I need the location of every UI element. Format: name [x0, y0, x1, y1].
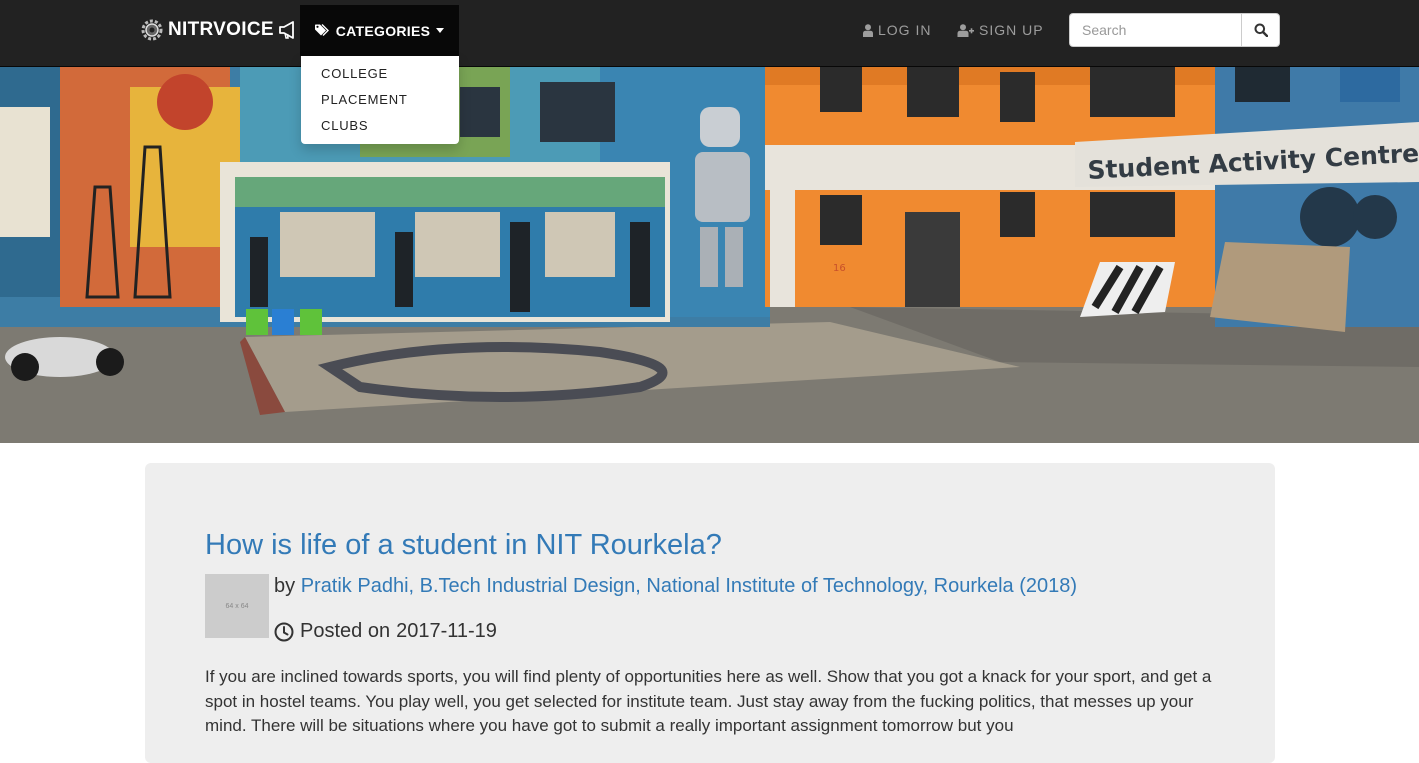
hero-banner-image: Student Activity Centre 16	[0, 67, 1419, 443]
category-clubs[interactable]: CLUBS	[301, 117, 459, 143]
user-icon	[863, 23, 873, 37]
avatar-placeholder-text: 64 x 64	[225, 602, 249, 610]
megaphone-icon	[278, 21, 294, 39]
hero-wall-number: 16	[833, 263, 846, 274]
tags-icon	[314, 24, 329, 36]
byline-prefix: by	[274, 575, 296, 597]
caret-down-icon	[436, 28, 445, 33]
signup-link[interactable]: SIGN UP	[957, 20, 1044, 40]
user-plus-icon	[957, 23, 974, 37]
signup-label: SIGN UP	[979, 22, 1044, 38]
author-avatar: 64 x 64	[205, 574, 269, 638]
categories-label: CATEGORIES	[335, 22, 431, 39]
login-label: LOG IN	[878, 22, 932, 38]
search-form	[1069, 13, 1280, 47]
login-link[interactable]: LOG IN	[863, 20, 931, 40]
post-byline: by Pratik Padhi, B.Tech Industrial Desig…	[274, 575, 1077, 598]
posted-date-value: 2017-11-19	[396, 620, 497, 642]
posted-prefix: Posted on	[300, 620, 391, 642]
top-navbar: NITRVOICE CATEGORIES LOG IN SIGN UP	[0, 0, 1419, 67]
categories-dropdown-menu: COLLEGE PLACEMENT CLUBS	[301, 56, 459, 144]
categories-dropdown-toggle[interactable]: CATEGORIES	[300, 5, 459, 56]
category-college[interactable]: COLLEGE	[301, 65, 459, 91]
brand-logo-link[interactable]: NITRVOICE	[140, 16, 298, 44]
post-date: Posted on 2017-11-19	[274, 620, 497, 643]
post-title-link[interactable]: How is life of a student in NIT Rourkela…	[205, 529, 722, 562]
category-placement[interactable]: PLACEMENT	[301, 91, 459, 117]
brand-name: NITRVOICE	[168, 19, 274, 40]
author-link[interactable]: Pratik Padhi, B.Tech Industrial Design, …	[301, 575, 1077, 597]
gear-logo-icon	[141, 19, 163, 41]
post-card: How is life of a student in NIT Rourkela…	[145, 463, 1275, 763]
search-icon	[1254, 23, 1268, 37]
search-input[interactable]	[1069, 13, 1241, 47]
search-button[interactable]	[1241, 13, 1280, 47]
clock-icon	[274, 622, 294, 641]
post-body-text: If you are inclined towards sports, you …	[205, 667, 1212, 735]
